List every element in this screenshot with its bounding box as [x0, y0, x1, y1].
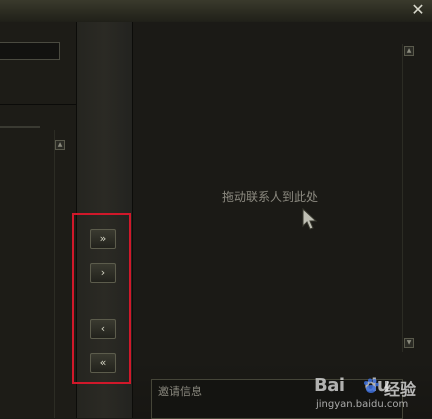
scroll-up-icon: ▲ — [57, 141, 63, 148]
close-icon: ✕ — [411, 0, 425, 19]
search-input[interactable] — [0, 42, 60, 60]
selected-scrollbar[interactable]: ▲ ▼ — [402, 44, 415, 352]
drop-zone[interactable]: 拖动联系人到此处 — [139, 44, 401, 352]
scroll-up-icon: ▲ — [406, 47, 412, 54]
watermark: Baidu 经验 jingyan.baidu.com — [308, 371, 432, 418]
watermark-text: 经验 — [384, 380, 417, 399]
drop-placeholder: 拖动联系人到此处 — [221, 190, 318, 204]
watermark-url: jingyan.baidu.com — [316, 399, 409, 410]
paw-icon — [364, 378, 379, 393]
tab-underline — [0, 126, 40, 128]
contacts-panel: ▲ — [0, 22, 77, 418]
scroll-down-button[interactable]: ▼ — [404, 338, 414, 348]
invite-label: 邀请信息 — [158, 385, 202, 398]
close-button[interactable]: ✕ — [408, 0, 428, 21]
title-bar: ✕ — [0, 0, 432, 23]
contacts-scrollbar[interactable]: ▲ — [54, 130, 67, 418]
divider — [0, 104, 76, 105]
scroll-down-icon: ▼ — [406, 339, 412, 346]
scroll-up-button[interactable]: ▲ — [404, 46, 414, 56]
mouse-cursor-icon — [302, 208, 318, 230]
scroll-up-button[interactable]: ▲ — [55, 140, 65, 150]
highlight-annotation — [72, 213, 131, 384]
